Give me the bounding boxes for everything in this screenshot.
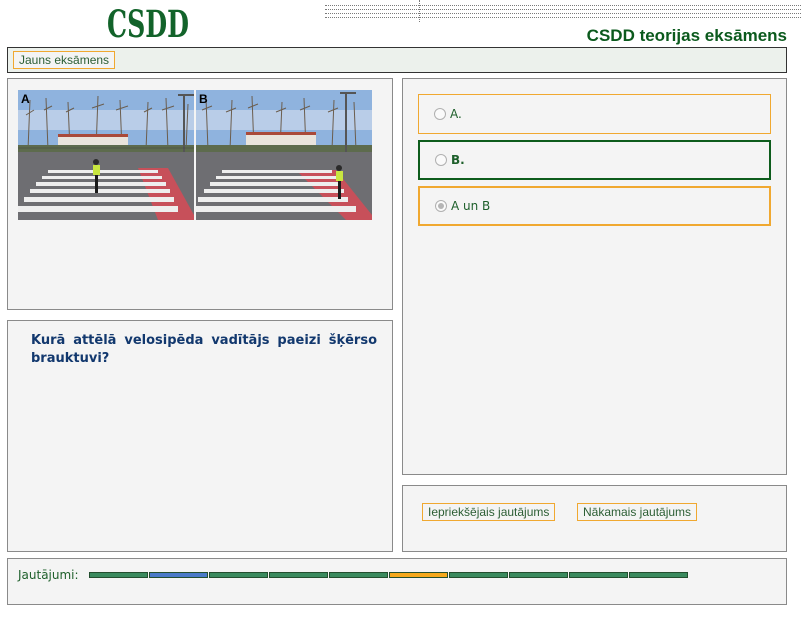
csdd-logo: CSDD [107,2,189,46]
answer-option-a[interactable]: A. [418,94,771,134]
new-exam-button[interactable]: Jauns eksāmens [13,51,116,69]
progress-label: Jautājumi: [18,568,79,582]
svg-text:CSDD: CSDD [107,2,189,42]
answer-label-a: A. [450,107,462,121]
toolbar: Jauns eksāmens [7,47,787,73]
question-progress-segment[interactable] [569,572,628,578]
radio-b[interactable] [435,154,447,166]
question-progress-segment[interactable] [209,572,268,578]
question-progress-segment[interactable] [449,572,508,578]
question-progress-segment[interactable] [389,572,448,578]
photo-label-a: A [21,92,30,106]
radio-a-and-b[interactable] [435,200,447,212]
answer-option-b[interactable]: B. [418,140,771,180]
page-title: CSDD teorijas eksāmens [586,26,787,45]
question-progress-segment[interactable] [629,572,688,578]
progress-panel: Jautājumi: [7,558,787,605]
question-progress-segment[interactable] [329,572,388,578]
question-text: Kurā attēlā velosipēda vadītājs paeizi š… [31,333,377,366]
navigation-panel: Iepriekšējais jautājums Nākamais jautāju… [402,485,787,552]
question-progress-segment[interactable] [89,572,148,578]
question-image-panel: A B [7,78,393,310]
next-question-button[interactable]: Nākamais jautājums [577,503,698,521]
question-panel: Kurā attēlā velosipēda vadītājs paeizi š… [7,320,393,552]
question-progress-segment[interactable] [509,572,568,578]
answer-label-b: B. [451,153,465,167]
previous-question-button[interactable]: Iepriekšējais jautājums [422,503,556,521]
answers-panel: A. B. A un B [402,78,787,475]
photo-a: A [18,90,194,220]
radio-a[interactable] [434,108,446,120]
answer-option-a-and-b[interactable]: A un B [418,186,771,226]
photo-b: B [196,90,372,220]
photo-label-b: B [199,92,208,106]
answer-label-a-and-b: A un B [451,199,491,213]
header-decoration [325,0,801,26]
question-progress-segment[interactable] [149,572,208,578]
question-progress-segment[interactable] [269,572,328,578]
